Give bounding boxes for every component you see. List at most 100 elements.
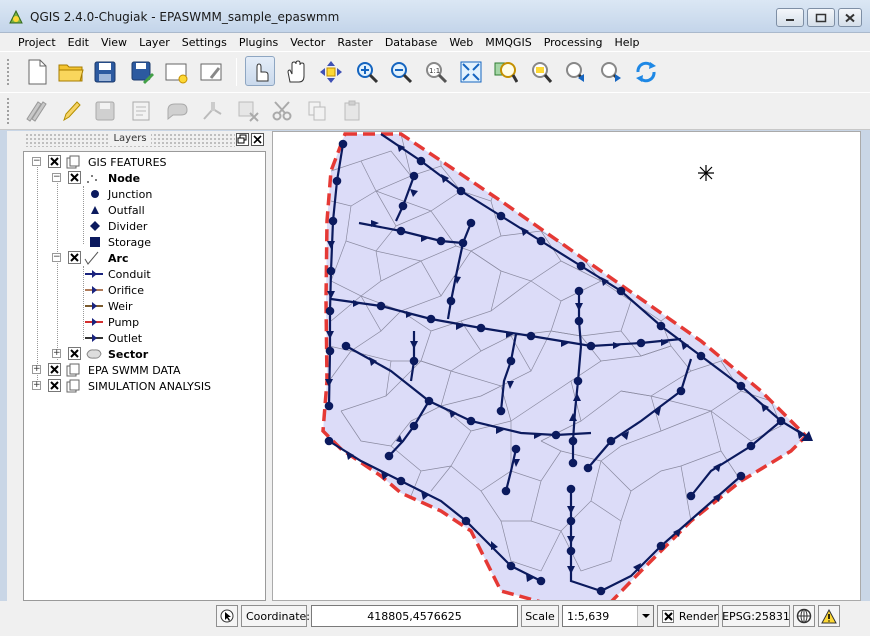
- pan-to-selection-button[interactable]: [316, 57, 346, 87]
- mouse-pointer-icon: [220, 609, 234, 623]
- messages-button[interactable]: [216, 605, 238, 627]
- menu-web[interactable]: Web: [443, 36, 479, 49]
- crs-status-button[interactable]: EPSG:25831: [722, 605, 790, 627]
- zoom-actual-size-button[interactable]: 1:1: [421, 57, 451, 87]
- collapse-toggle[interactable]: −: [52, 173, 61, 182]
- toggle-editing-button[interactable]: [56, 96, 86, 126]
- coordinate-label: Coordinate:: [241, 605, 310, 627]
- layer-group-simulation-analysis[interactable]: + SIMULATION ANALYSIS: [24, 378, 264, 394]
- layer-group-gis-features[interactable]: − GIS FEATURES: [24, 154, 264, 170]
- save-layer-edits-icon: [95, 101, 115, 121]
- layer-arc[interactable]: − Arc: [24, 250, 264, 266]
- render-toggle[interactable]: Render: [657, 605, 719, 627]
- zoom-out-icon: [391, 62, 413, 84]
- new-project-button[interactable]: [22, 57, 52, 87]
- refresh-button[interactable]: [631, 57, 661, 87]
- menu-view[interactable]: View: [95, 36, 133, 49]
- zoom-in-button[interactable]: [352, 57, 382, 87]
- save-project-icon: [94, 61, 116, 83]
- scale-dropdown-button[interactable]: [637, 606, 653, 626]
- legend-outfall: Outfall: [24, 202, 264, 218]
- layer-node[interactable]: − Node: [24, 170, 264, 186]
- toolbar-separator: [236, 58, 237, 86]
- menu-project[interactable]: Project: [12, 36, 62, 49]
- warning-button[interactable]: [818, 605, 840, 627]
- layer-visibility-checkbox[interactable]: [68, 347, 81, 360]
- legend-storage: Storage: [24, 234, 264, 250]
- menu-plugins[interactable]: Plugins: [233, 36, 284, 49]
- touch-zoom-button[interactable]: [245, 56, 275, 86]
- maximize-button[interactable]: [807, 8, 835, 27]
- legend-label: Storage: [108, 236, 152, 249]
- collapse-toggle[interactable]: −: [52, 253, 61, 262]
- composer-manager-button[interactable]: [196, 57, 226, 87]
- menu-processing[interactable]: Processing: [538, 36, 609, 49]
- close-panel-button[interactable]: [251, 133, 264, 146]
- zoom-full-icon: [460, 61, 482, 83]
- move-feature-button[interactable]: [163, 96, 193, 126]
- menu-raster[interactable]: Raster: [331, 36, 378, 49]
- menu-database[interactable]: Database: [379, 36, 444, 49]
- zoom-last-icon: [566, 62, 585, 82]
- current-edits-button[interactable]: [22, 96, 52, 126]
- copy-features-icon: [308, 101, 326, 121]
- add-feature-button[interactable]: [127, 96, 157, 126]
- layer-visibility-checkbox[interactable]: [48, 363, 61, 376]
- menu-mmqgis[interactable]: MMQGIS: [479, 36, 537, 49]
- layer-visibility-checkbox[interactable]: [68, 251, 81, 264]
- save-as-button[interactable]: [127, 57, 157, 87]
- zoom-last-button[interactable]: [561, 57, 591, 87]
- render-label: Render: [678, 609, 718, 623]
- float-window-icon: [237, 134, 247, 144]
- legend-weir: Weir: [24, 298, 264, 314]
- zoom-next-button[interactable]: [596, 57, 626, 87]
- expand-toggle[interactable]: +: [32, 365, 41, 374]
- layer-visibility-checkbox[interactable]: [48, 155, 61, 168]
- delete-selected-button[interactable]: [233, 96, 263, 126]
- collapse-toggle[interactable]: −: [32, 157, 41, 166]
- legend-pump: Pump: [24, 314, 264, 330]
- scale-combobox[interactable]: 1:5,639: [562, 605, 654, 627]
- layers-panel-title: Layers: [25, 133, 235, 147]
- layer-visibility-checkbox[interactable]: [68, 171, 81, 184]
- close-icon: [253, 135, 262, 144]
- paste-features-button[interactable]: [337, 96, 367, 126]
- toolbar-grip[interactable]: [6, 58, 10, 86]
- layer-group-epa-swmm-data[interactable]: + EPA SWMM DATA: [24, 362, 264, 378]
- zoom-to-layer-button[interactable]: [491, 57, 521, 87]
- expand-toggle[interactable]: +: [32, 381, 41, 390]
- menu-help[interactable]: Help: [608, 36, 645, 49]
- crs-projection-button[interactable]: [793, 605, 815, 627]
- layer-sector[interactable]: + Sector: [24, 346, 264, 362]
- coordinate-field[interactable]: 418805,4576625: [311, 605, 518, 627]
- minimize-button[interactable]: [776, 8, 804, 27]
- node-tool-button[interactable]: [198, 96, 228, 126]
- legend-orifice: Orifice: [24, 282, 264, 298]
- menu-layer[interactable]: Layer: [133, 36, 176, 49]
- toolbar-grip[interactable]: [6, 97, 10, 125]
- render-checkbox[interactable]: [662, 609, 674, 623]
- layer-visibility-checkbox[interactable]: [48, 379, 61, 392]
- save-project-button[interactable]: [90, 57, 120, 87]
- map-canvas[interactable]: [272, 131, 861, 601]
- sector-area: [323, 134, 806, 600]
- legend-label: Conduit: [108, 268, 151, 281]
- legend-label: Outfall: [108, 204, 145, 217]
- title-bar: QGIS 2.4.0-Chugiak - EPASWMM_sample_epas…: [0, 0, 870, 33]
- save-layer-edits-button[interactable]: [90, 96, 120, 126]
- menu-vector[interactable]: Vector: [284, 36, 331, 49]
- new-print-composer-button[interactable]: [161, 57, 191, 87]
- float-panel-button[interactable]: [236, 133, 249, 146]
- close-button[interactable]: [838, 8, 862, 27]
- add-feature-icon: [132, 101, 150, 121]
- zoom-full-button[interactable]: [456, 57, 486, 87]
- menu-edit[interactable]: Edit: [62, 36, 95, 49]
- copy-features-button[interactable]: [302, 96, 332, 126]
- pan-button[interactable]: [281, 57, 311, 87]
- expand-toggle[interactable]: +: [52, 349, 61, 358]
- cut-features-button[interactable]: [268, 96, 298, 126]
- menu-settings[interactable]: Settings: [176, 36, 233, 49]
- zoom-to-selection-button[interactable]: [526, 57, 556, 87]
- zoom-out-button[interactable]: [386, 57, 416, 87]
- open-project-button[interactable]: [56, 57, 86, 87]
